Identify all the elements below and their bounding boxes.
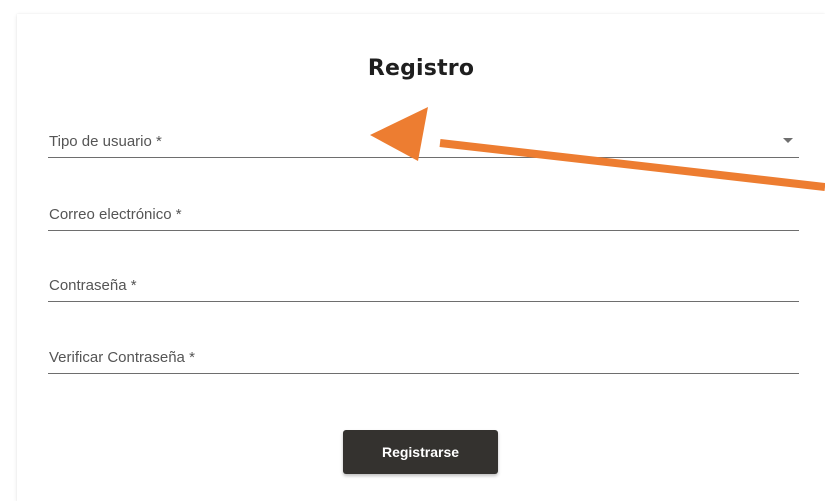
verify-password-label: Verificar Contraseña * bbox=[49, 349, 195, 366]
form-title: Registro bbox=[367, 56, 475, 81]
dropdown-caret-icon[interactable] bbox=[783, 138, 793, 143]
email-label: Correo electrónico * bbox=[49, 206, 182, 223]
page: Registro Tipo de usuario * Correo electr… bbox=[0, 0, 825, 501]
registration-card: Registro Tipo de usuario * Correo electr… bbox=[17, 14, 825, 501]
verify-password-field[interactable]: Verificar Contraseña * bbox=[48, 337, 799, 374]
register-button[interactable]: Registrarse bbox=[343, 430, 498, 474]
user-type-label: Tipo de usuario * bbox=[49, 133, 162, 150]
password-label: Contraseña * bbox=[49, 277, 137, 294]
email-field[interactable]: Correo electrónico * bbox=[48, 194, 799, 231]
password-field[interactable]: Contraseña * bbox=[48, 265, 799, 302]
user-type-select[interactable]: Tipo de usuario * bbox=[48, 121, 799, 158]
